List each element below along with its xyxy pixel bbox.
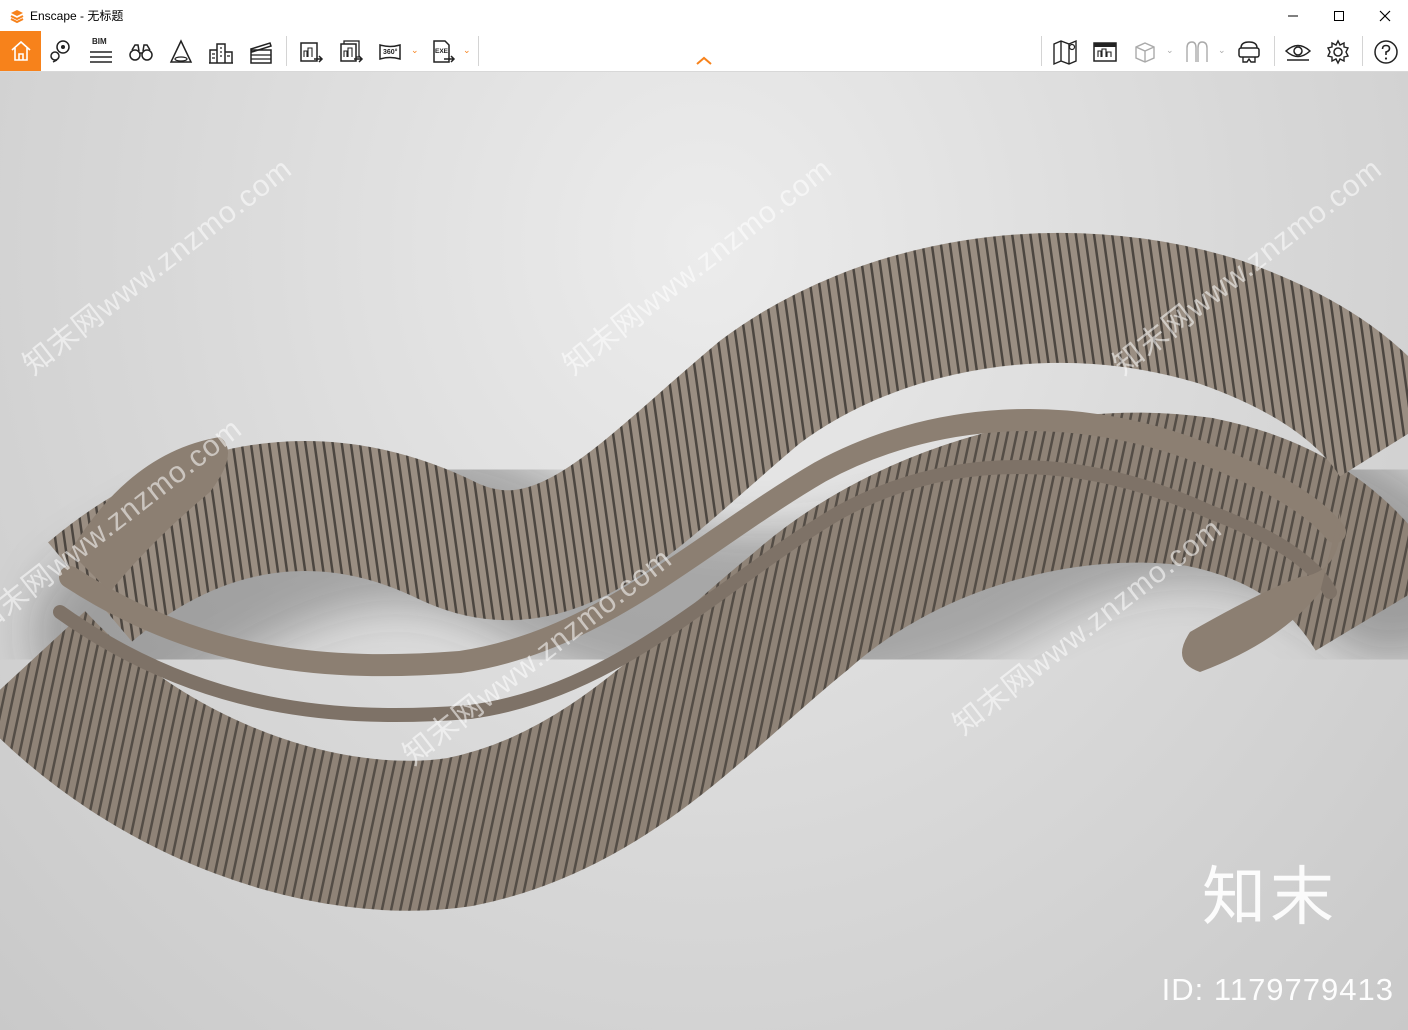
panorama-dropdown-icon[interactable]: ⌄ [411, 45, 419, 56]
asset-library-icon [1186, 41, 1208, 62]
video-editor-button[interactable] [244, 35, 278, 69]
toolbar-separator [1362, 36, 1363, 66]
vr-button[interactable] [1232, 35, 1266, 69]
maximize-button[interactable] [1316, 0, 1362, 31]
export-exe-icon: EXE [433, 40, 456, 63]
toolbar-separator [1274, 36, 1275, 66]
binoculars-button[interactable] [124, 35, 158, 69]
visual-settings-button[interactable] [1281, 35, 1315, 69]
binoculars-icon [129, 44, 153, 61]
asset-dropdown-icon[interactable]: ⌄ [1218, 45, 1226, 56]
maximize-icon [1334, 10, 1344, 21]
asset-library-button[interactable] [1180, 35, 1214, 69]
render-viewport[interactable]: 知末网www.znzmo.com 知末网www.znzmo.com 知末网www… [0, 72, 1408, 1030]
toolbar-separator [478, 36, 479, 66]
city-button[interactable] [204, 35, 238, 69]
visibility-eye-icon [1284, 44, 1312, 61]
title-bar: Enscape - 无标题 [0, 0, 1408, 31]
info-panel-icon [1093, 42, 1117, 62]
views-button[interactable] [44, 35, 78, 69]
object-dropdown-icon[interactable]: ⌄ [1166, 45, 1174, 56]
render-image-icon [300, 42, 324, 63]
minimize-button[interactable] [1270, 0, 1316, 31]
asset-id: ID: 1179779413 [1161, 972, 1394, 1007]
vr-headset-icon [1238, 41, 1260, 63]
perspective-icon [169, 39, 193, 63]
close-button[interactable] [1362, 0, 1408, 31]
close-icon [1379, 10, 1391, 21]
bim-button[interactable]: BIM [84, 35, 118, 69]
batch-render-button[interactable] [334, 35, 368, 69]
map-button[interactable] [1048, 35, 1082, 69]
export-exe-button[interactable]: EXE [426, 35, 460, 69]
panorama-label: 360° [383, 48, 398, 56]
settings-button[interactable] [1321, 35, 1355, 69]
settings-gear-icon [1326, 39, 1350, 65]
bim-label: BIM [92, 37, 107, 46]
video-clapper-icon [250, 42, 272, 64]
exe-label: EXE [435, 48, 449, 55]
render-image-button[interactable] [294, 35, 328, 69]
minimize-icon [1288, 15, 1298, 16]
object-button[interactable] [1128, 35, 1162, 69]
city-icon [209, 43, 233, 64]
home-button[interactable] [0, 31, 41, 71]
panorama-button[interactable]: 360° [374, 35, 408, 69]
enscape-logo-icon [10, 9, 24, 23]
location-pin-icon [50, 40, 70, 63]
help-button[interactable] [1369, 35, 1403, 69]
window-title: Enscape - 无标题 [30, 9, 124, 23]
map-icon [1053, 39, 1077, 66]
toolbar-separator [1041, 36, 1042, 66]
cube-icon [1135, 42, 1155, 63]
main-toolbar: BIM 360° ⌄ EXE ⌄ ⌄ ⌄ [0, 31, 1408, 72]
info-panel-button[interactable] [1088, 35, 1122, 69]
panorama-360-icon: 360° [379, 43, 401, 61]
brand-mark: 知末 [1202, 861, 1338, 935]
perspective-button[interactable] [164, 35, 198, 69]
toolbar-separator [286, 36, 287, 66]
export-dropdown-icon[interactable]: ⌄ [463, 45, 471, 56]
collapse-toolbar-icon[interactable] [695, 55, 713, 65]
home-icon [10, 40, 31, 61]
help-icon [1374, 40, 1398, 64]
batch-render-icon [340, 40, 364, 63]
